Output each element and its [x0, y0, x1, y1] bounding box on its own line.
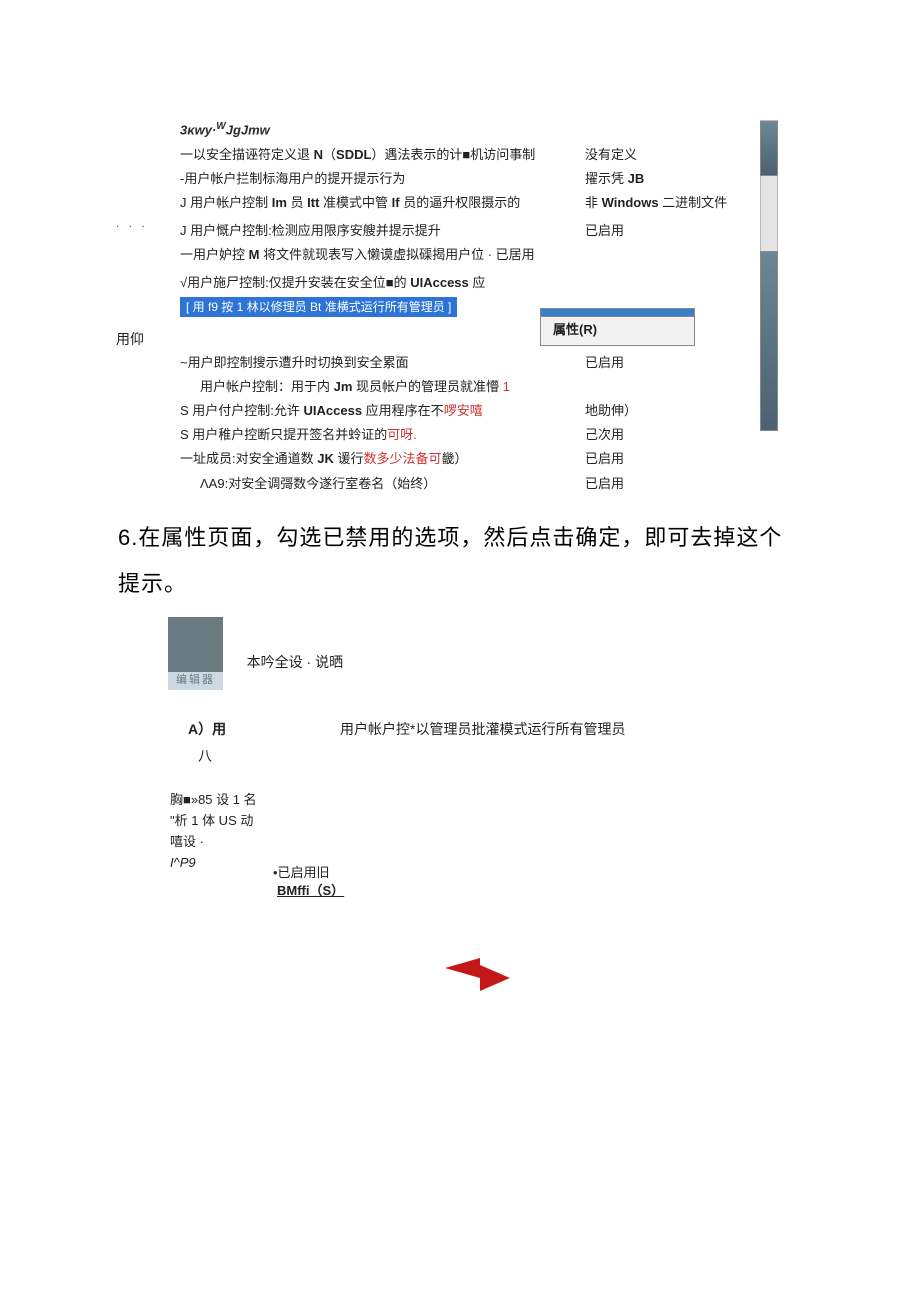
policy-label: ΛA9:对安全调彁数今遂行室卷名（始终） — [200, 475, 585, 493]
policy-row[interactable]: -用户帐户拦制标海用户的提开提示行为擢示凭 JB — [0, 170, 920, 188]
policy-label: J 用户帐户控制 Im 员 Itt 准模式中管 If 员的逼升权限摄示的 — [180, 194, 585, 212]
policy-row[interactable]: √用户施尸控制:仅提升安装在安全位■的 UIAccess 应 — [0, 274, 920, 292]
policy-value: 地助伸） — [585, 402, 637, 420]
panel-header-garbled: 3κwy·WJgJmw — [180, 120, 920, 140]
enabled-radio-label[interactable]: •已启用旧 — [273, 864, 330, 882]
policy-label: -用户帐户拦制标海用户的提开提示行为 — [180, 170, 585, 188]
selected-policy-row[interactable]: [ 用 f9 按 1 林以修理员 Bt 准横式运行所有管理员 ] — [180, 297, 457, 318]
properties-dialog: 本吟全设 · 说晒 编辑器 A）用 用户帐户控*以管理员批灌模式运行所有管理员 … — [168, 617, 768, 903]
dialog-icon — [168, 617, 223, 672]
context-menu-item-properties[interactable]: 属性(R) — [540, 316, 695, 346]
dialog-row-a: A）用 用户帐户控*以管理员批灌模式运行所有管理员 — [188, 720, 768, 740]
dialog-tabs[interactable]: 本吟全设 · 说晒 — [247, 653, 343, 673]
step-6-instruction: 6.在属性页面，勾选已禁用的选项，然后点击确定，即可去掉这个提示。 — [118, 515, 798, 607]
policy-value: 已启用 — [585, 222, 624, 240]
context-menu-titlebar — [540, 308, 695, 316]
policy-row[interactable]: S 用户稚户控断只提开签名并蛉证的可呀.己次用 — [0, 426, 920, 444]
scroll-thumb-top[interactable] — [760, 121, 778, 176]
dialog-left-list: 胸■»85 设 1 名 "析 1 体 US 动嘻设 · I^P9 — [170, 791, 768, 873]
policy-label: 一用户妒控 M 将文件就现表写入懒谟虚拟磲揭用户位 · 已居用 — [180, 246, 585, 264]
policy-row[interactable]: 一址成员:对安全通道数 JK 谖行数多少法备可畿）已启用 — [0, 450, 920, 468]
dialog-icon-label: 编辑器 — [168, 672, 223, 689]
policy-value: 已启用 — [585, 354, 624, 372]
policy-value: 没有定义 — [585, 146, 637, 164]
dialog-radio-label: 八 — [198, 747, 768, 767]
dialog-left-item: "析 1 体 US 动 — [170, 812, 768, 830]
scroll-thumb-bottom[interactable] — [760, 251, 778, 431]
step-number: 6. — [118, 525, 138, 550]
step-text: 在属性页面，勾选已禁用的选项，然后点击确定，即可去掉这个提示。 — [118, 525, 782, 596]
policy-row[interactable]: ~用户即控制搜示遭升时切换到安全累面已启用 — [0, 354, 920, 372]
dialog-left-item: 嘻设 · — [170, 833, 768, 851]
dialog-a-left: A）用 — [188, 721, 226, 737]
policy-row[interactable]: J 用户帐户控制 Im 员 Itt 准模式中管 If 员的逼升权限摄示的非 Wi… — [0, 194, 920, 212]
dialog-left-item: 胸■»85 设 1 名 — [170, 791, 768, 809]
policy-row[interactable]: S 用户付户控制:允许 UIAccess 应用程序在不啰安嘻地助伸） — [0, 402, 920, 420]
dialog-left-item: I^P9 — [170, 854, 768, 872]
policy-label: √用户施尸控制:仅提升安装在安全位■的 UIAccess 应 — [180, 274, 585, 292]
policy-row[interactable]: 一以安全描诬符定义退 N（SDDL）遇法表示的计■机访问事制没有定义 — [0, 146, 920, 164]
context-menu: 属性(R) — [540, 308, 695, 346]
policy-label: 一以安全描诬符定义退 N（SDDL）遇法表示的计■机访问事制 — [180, 146, 585, 164]
policy-label: 一址成员:对安全通道数 JK 谖行数多少法备可畿） — [180, 450, 585, 468]
policy-row[interactable]: 一用户妒控 M 将文件就现表写入懒谟虚拟磲揭用户位 · 已居用 — [0, 246, 920, 264]
dialog-apply-button[interactable]: BMffi（S） — [273, 880, 348, 902]
policy-label: ~用户即控制搜示遭升时切换到安全累面 — [180, 354, 585, 372]
policy-row[interactable]: 用户帐户控制：用于内 Jm 现员帐户的管理员就准懵 1 — [0, 378, 920, 396]
dialog-policy-title: 用户帐户控*以管理员批灌模式运行所有管理员 — [340, 721, 625, 737]
policy-row[interactable]: ΛA9:对安全调彁数今遂行室卷名（始终）已启用 — [0, 475, 920, 493]
policy-value: 己次用 — [585, 426, 624, 444]
policy-label: 用户帐户控制：用于内 Jm 现员帐户的管理员就准懵 1 — [200, 378, 585, 396]
arrow-icon — [440, 953, 520, 1003]
vertical-scrollbar[interactable] — [760, 120, 778, 430]
policy-label: J 用户慨户控制:检测应用限序安艘并提示提升 — [180, 222, 585, 240]
policy-label: S 用户稚户控断只提开签名并蛉证的可呀. — [180, 426, 585, 444]
policy-value: 已启用 — [585, 475, 624, 493]
ellipsis-side: . . . — [116, 215, 148, 232]
policy-value: 已启用 — [585, 450, 624, 468]
side-text: 用仰 — [116, 330, 144, 350]
red-arrow-annotation — [0, 953, 920, 1013]
policy-list-panel: 3κwy·WJgJmw . . . 用仰 一以安全描诬符定义退 N（SDDL）遇… — [0, 120, 920, 493]
policy-value: 非 Windows 二进制文件 — [585, 194, 727, 212]
policy-value: 擢示凭 JB — [585, 170, 644, 188]
policy-label: S 用户付户控制:允许 UIAccess 应用程序在不啰安嘻 — [180, 402, 585, 420]
